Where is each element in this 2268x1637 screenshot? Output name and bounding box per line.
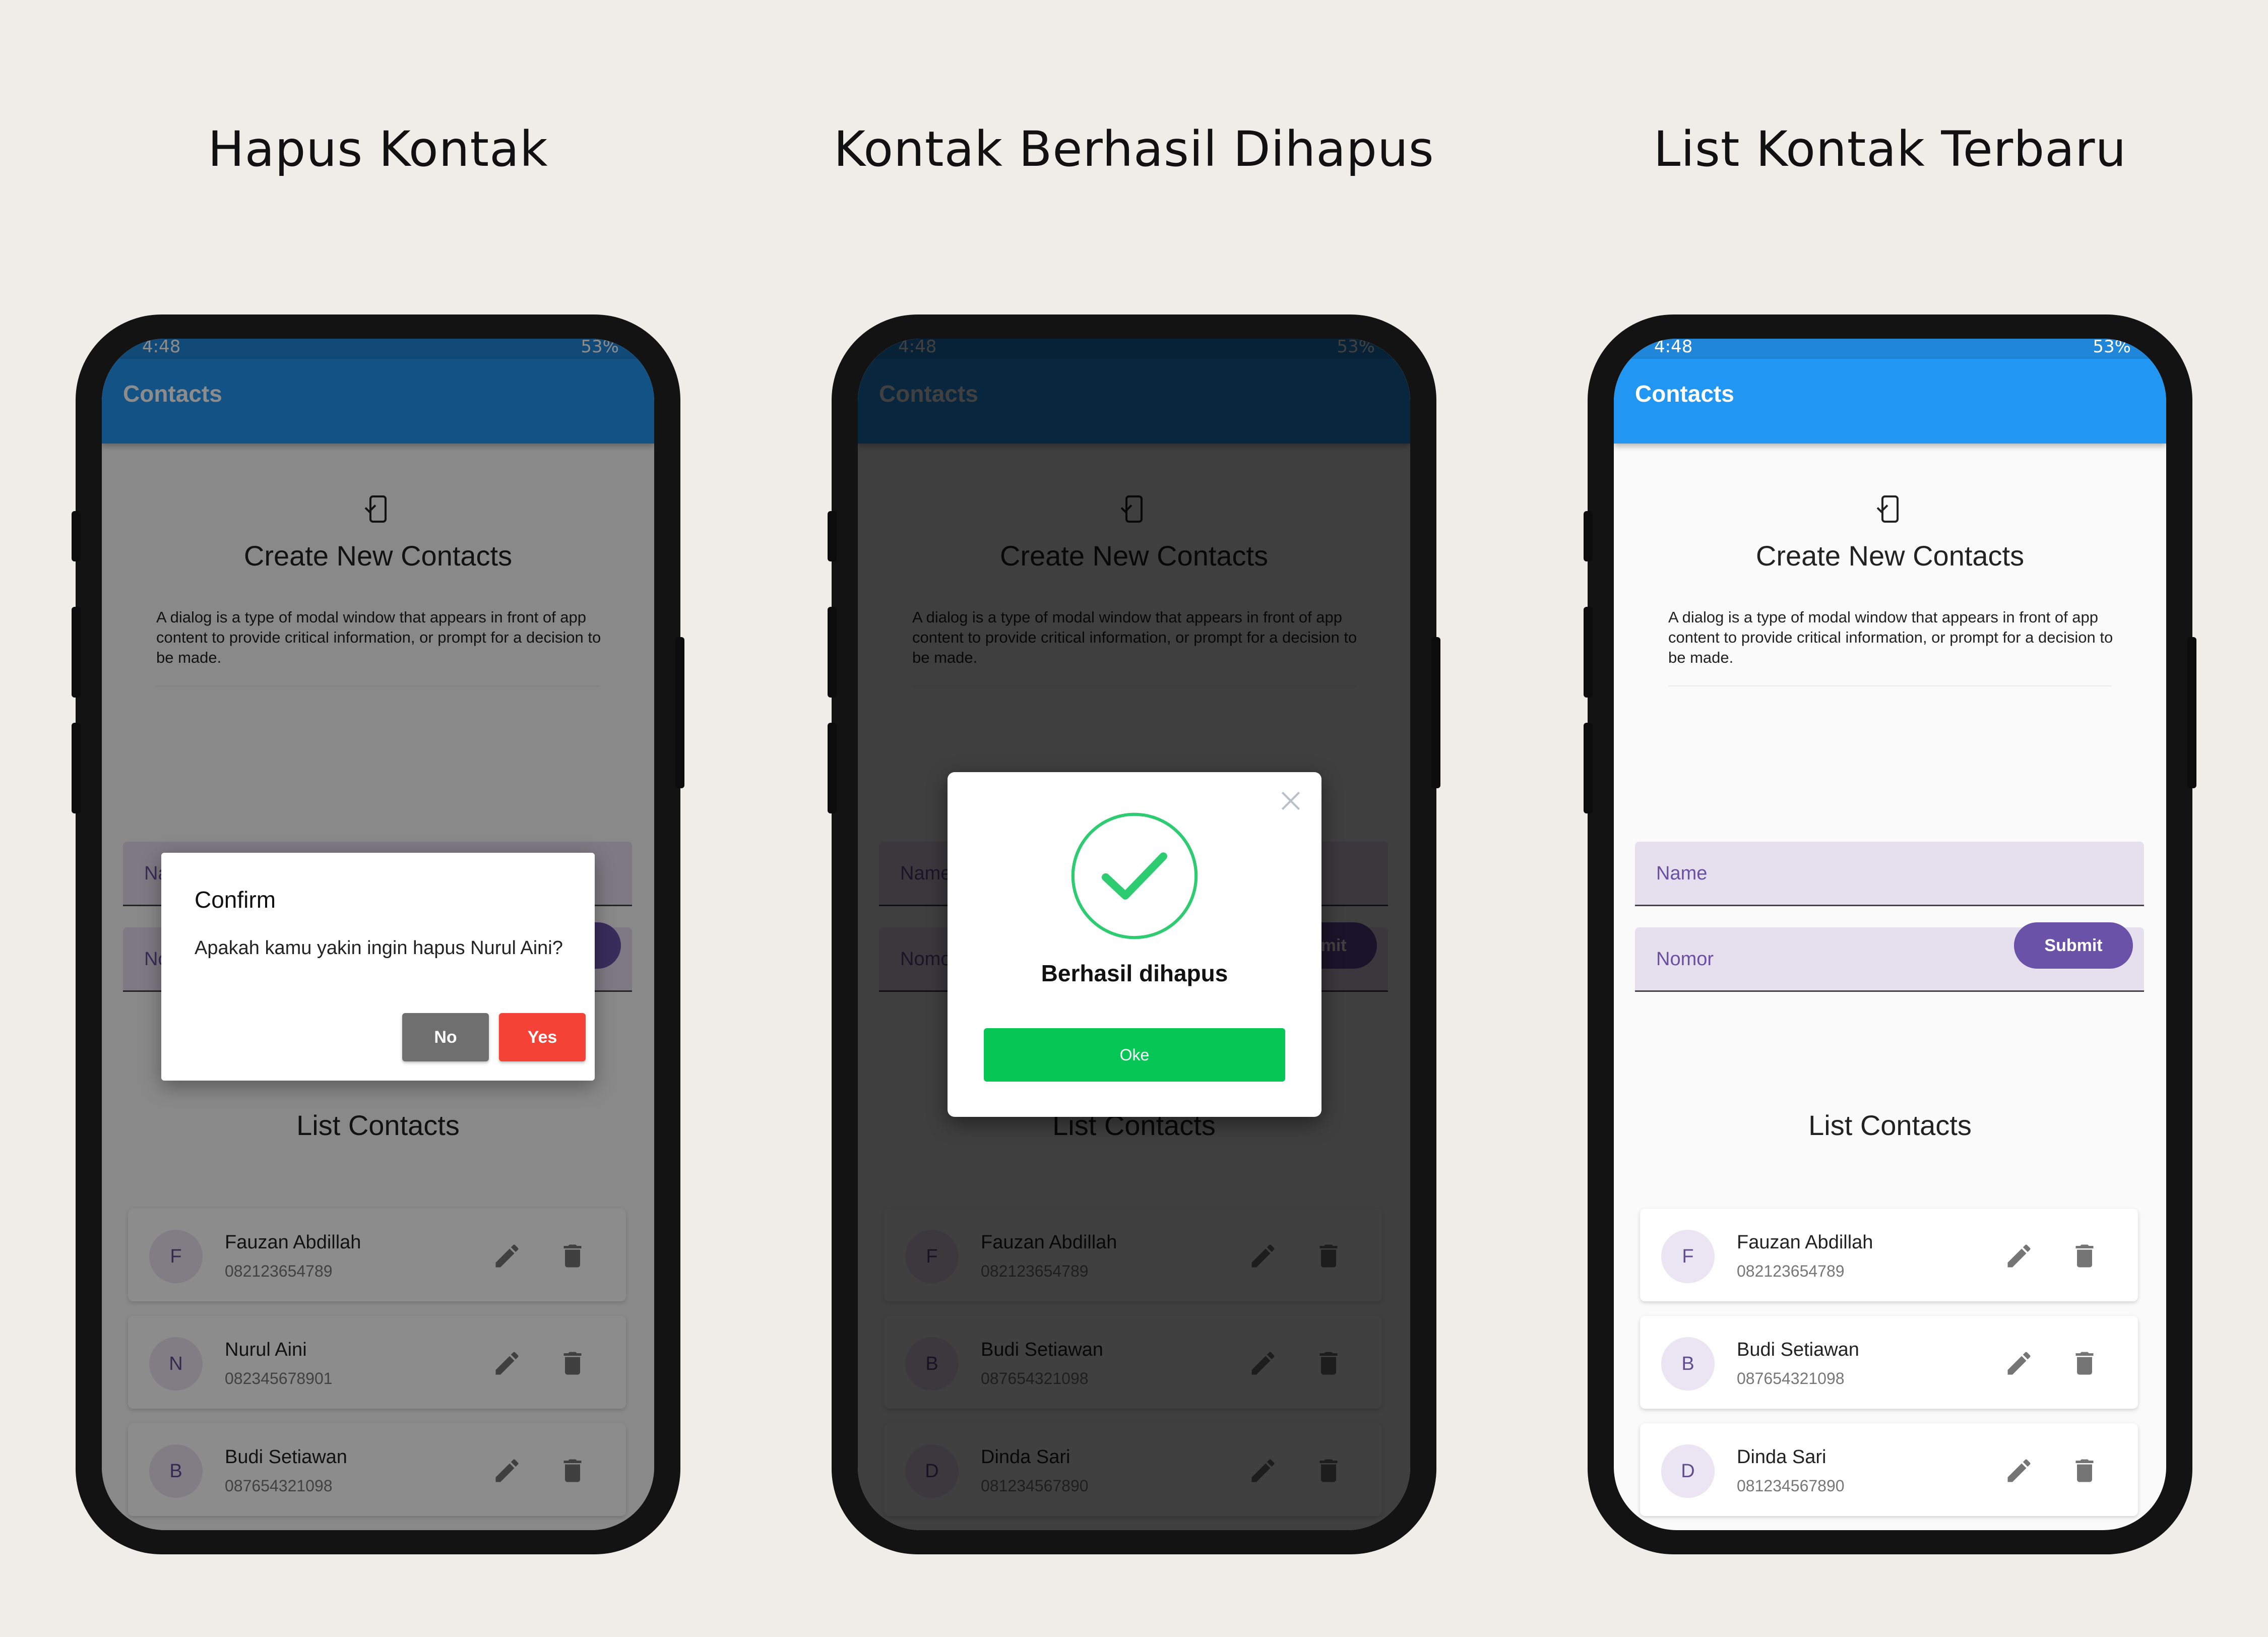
modal-overlay (1614, 339, 2166, 1530)
caption-hapus-kontak: Hapus Kontak (208, 121, 548, 177)
oke-button[interactable]: Oke (984, 1028, 1285, 1082)
phone-side-button (1584, 511, 1593, 561)
phone-side-button (72, 723, 81, 813)
caption-list-kontak-terbaru: List Kontak Terbaru (1653, 121, 2127, 177)
phone-side-button (828, 511, 837, 561)
confirm-dialog: Confirm Apakah kamu yakin ingin hapus Nur… (161, 853, 595, 1081)
phone-screen: 4:48 53% Contacts Create New Contacts A … (102, 339, 654, 1530)
phone-side-button (828, 723, 837, 813)
phone-side-button (72, 607, 81, 698)
success-check-icon (1071, 812, 1198, 939)
phone-side-button (1584, 723, 1593, 813)
dialog-message: Apakah kamu yakin ingin hapus Nurul Aini… (195, 937, 563, 959)
phone-side-button (1584, 607, 1593, 698)
phone-screen: 4:48 53% Contacts Create New Contacts A … (1614, 339, 2166, 1530)
success-dialog: Berhasil dihapus Oke (948, 772, 1321, 1117)
success-message: Berhasil dihapus (1041, 960, 1228, 986)
phone-frame-1: 4:48 53% Contacts Create New Contacts A … (72, 314, 684, 1554)
no-button[interactable]: No (402, 1013, 489, 1061)
caption-kontak-berhasil-dihapus: Kontak Berhasil Dihapus (834, 121, 1434, 177)
dialog-title: Confirm (195, 887, 276, 913)
yes-button[interactable]: Yes (499, 1013, 586, 1061)
phone-side-button (2187, 637, 2196, 788)
modal-overlay: Berhasil dihapus Oke (858, 339, 1410, 1530)
phone-side-button (828, 607, 837, 698)
phone-frame-2: 4:48 53% Contacts Create New Contacts A … (828, 314, 1440, 1554)
close-icon[interactable] (1278, 788, 1303, 813)
phone-side-button (1431, 637, 1440, 788)
phone-screen: 4:48 53% Contacts Create New Contacts A … (858, 339, 1410, 1530)
modal-overlay: Confirm Apakah kamu yakin ingin hapus Nur… (102, 339, 654, 1530)
phone-side-button (72, 511, 81, 561)
phone-side-button (675, 637, 684, 788)
phone-frame-3: 4:48 53% Contacts Create New Contacts A … (1584, 314, 2196, 1554)
